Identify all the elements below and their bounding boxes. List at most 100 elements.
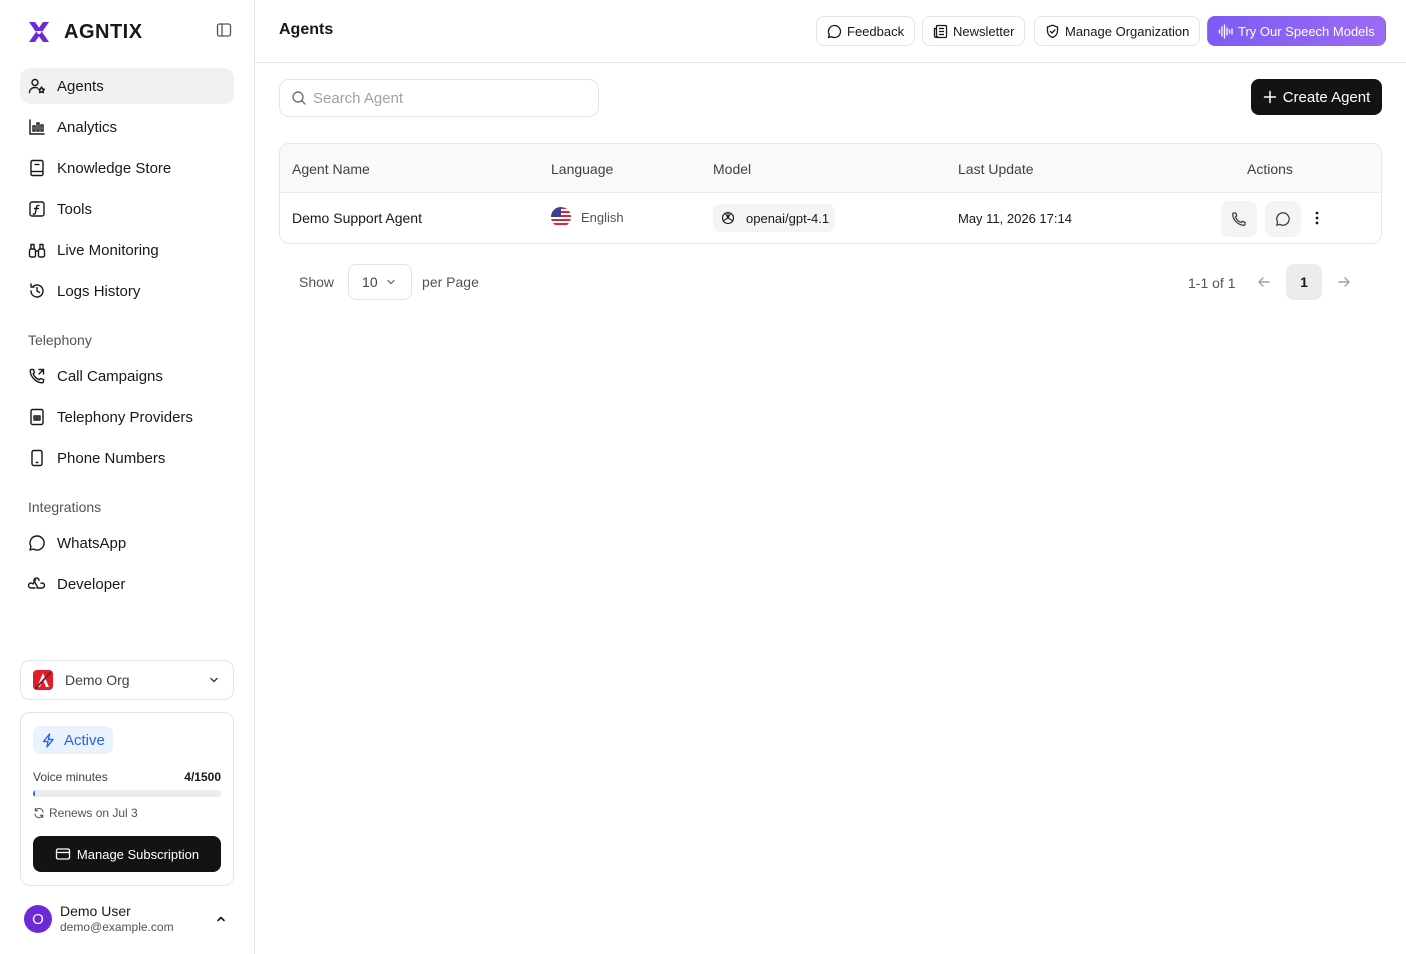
model-cell: openai/gpt-4.1 <box>713 204 836 232</box>
org-avatar <box>33 670 53 690</box>
sidebar-item-knowledge-store[interactable]: Knowledge Store <box>20 150 234 186</box>
renewal-text: Renews on Jul 3 <box>49 806 138 820</box>
sidebar-item-agents[interactable]: Agents <box>20 68 234 104</box>
lightning-icon <box>41 732 56 748</box>
plan-status-badge: Active <box>33 726 113 754</box>
page-title: Agents <box>279 21 334 38</box>
history-icon <box>28 282 46 300</box>
arrow-left-icon[interactable] <box>1256 274 1272 290</box>
model-label: openai/gpt-4.1 <box>746 210 830 226</box>
openai-icon <box>720 210 736 226</box>
sidebar-item-analytics[interactable]: Analytics <box>20 109 234 145</box>
agent-name-cell[interactable]: Demo Support Agent <box>292 210 422 226</box>
chat-agent-button[interactable] <box>1265 201 1301 237</box>
sidebar-item-logs-history[interactable]: Logs History <box>20 273 234 309</box>
function-icon <box>28 200 46 218</box>
manage-subscription-label: Manage Subscription <box>76 846 200 862</box>
usage-value: 4/1500 <box>184 770 221 784</box>
sidebar-item-developer[interactable]: Developer <box>20 566 234 602</box>
sidebar-item-call-campaigns[interactable]: Call Campaigns <box>20 358 234 394</box>
chat-bubble-icon <box>28 534 46 552</box>
per-page-label: per Page <box>422 274 479 290</box>
user-star-icon <box>28 77 46 95</box>
sidebar-item-label: Agents <box>57 77 104 95</box>
pagination-range: 1-1 of 1 <box>1188 275 1236 291</box>
page-size-value: 10 <box>362 274 378 290</box>
more-options-icon[interactable] <box>1307 207 1327 229</box>
webhook-icon <box>28 575 46 593</box>
manage-subscription-button[interactable]: Manage Subscription <box>33 836 221 872</box>
user-email: demo@example.com <box>60 920 174 934</box>
telephony-section-label: Telephony <box>28 332 92 348</box>
sidebar-toggle-icon[interactable] <box>216 22 232 38</box>
audio-waveform-icon <box>1218 23 1233 39</box>
plus-icon <box>1263 90 1277 104</box>
sidebar-item-label: Logs History <box>57 282 141 300</box>
last-update-cell: May 11, 2026 17:14 <box>958 211 1072 226</box>
search-input[interactable] <box>313 89 593 107</box>
sidebar-item-whatsapp[interactable]: WhatsApp <box>20 525 234 561</box>
create-agent-button[interactable]: Create Agent <box>1251 79 1382 115</box>
speech-models-button[interactable]: Try Our Speech Models <box>1207 16 1386 46</box>
speech-models-label: Try Our Speech Models <box>1238 23 1375 39</box>
model-badge: openai/gpt-4.1 <box>713 204 836 232</box>
newspaper-icon <box>933 24 948 39</box>
sidebar-item-label: Tools <box>57 200 93 218</box>
avatar: O <box>24 905 52 933</box>
table-row[interactable]: Demo Support Agent English openai/gpt-4.… <box>280 193 1381 243</box>
sidebar-item-label: Live Monitoring <box>57 241 159 259</box>
integrations-nav: WhatsApp Developer <box>20 525 234 607</box>
top-header: Agents Feedback Newsletter Manage Organi… <box>255 0 1406 63</box>
message-circle-icon <box>1275 211 1291 227</box>
page-button-current[interactable]: 1 <box>1286 264 1322 300</box>
smartphone-icon <box>28 449 46 467</box>
sidebar-item-label: Telephony Providers <box>57 408 193 426</box>
credit-card-icon <box>55 846 71 862</box>
show-label: Show <box>299 274 335 290</box>
us-flag-icon <box>551 207 571 227</box>
phone-outgoing-icon <box>28 367 46 385</box>
sidebar-item-telephony-providers[interactable]: Telephony Providers <box>20 399 234 435</box>
user-info: Demo User demo@example.com <box>60 903 214 935</box>
org-switcher[interactable]: Demo Org <box>20 660 234 700</box>
sidebar-item-phone-numbers[interactable]: Phone Numbers <box>20 440 234 476</box>
shield-check-icon <box>1045 24 1060 39</box>
plan-status-label: Active <box>64 731 105 749</box>
sidebar-item-label: WhatsApp <box>57 534 127 552</box>
chevron-down-icon <box>207 673 221 687</box>
brand[interactable]: AGNTIX <box>28 20 143 44</box>
column-header-language[interactable]: Language <box>551 161 613 177</box>
page-size-select[interactable]: 10 <box>348 264 413 300</box>
main-nav: Agents Analytics Knowledge Store Tools L… <box>20 68 234 314</box>
arrow-right-icon[interactable] <box>1336 274 1352 290</box>
column-header-agent-name[interactable]: Agent Name <box>292 161 370 177</box>
telephony-nav: Call Campaigns Telephony Providers Phone… <box>20 358 234 481</box>
bar-chart-icon <box>28 118 46 136</box>
column-header-last-update[interactable]: Last Update <box>958 161 1034 177</box>
phone-icon <box>1231 211 1247 227</box>
sidebar-item-tools[interactable]: Tools <box>20 191 234 227</box>
newsletter-button[interactable]: Newsletter <box>922 16 1026 46</box>
integrations-section-label: Integrations <box>28 499 102 515</box>
call-agent-button[interactable] <box>1221 201 1257 237</box>
usage-progress-fill <box>33 790 35 797</box>
manage-organization-button[interactable]: Manage Organization <box>1034 16 1201 46</box>
sidebar-item-live-monitoring[interactable]: Live Monitoring <box>20 232 234 268</box>
sidebar-item-label: Phone Numbers <box>57 449 166 467</box>
sidebar: AGNTIX Agents Analytics Knowledge Store <box>0 0 255 954</box>
column-header-model[interactable]: Model <box>713 161 751 177</box>
user-menu[interactable]: O Demo User demo@example.com <box>20 898 234 940</box>
agents-table: Agent Name Language Model Last Update Ac… <box>279 143 1382 244</box>
sidebar-item-label: Analytics <box>57 118 118 136</box>
search-icon <box>291 90 307 106</box>
usage-progress-bar <box>33 790 221 797</box>
newsletter-label: Newsletter <box>953 23 1015 39</box>
agntix-logo-icon <box>28 21 50 43</box>
refresh-icon <box>33 807 45 819</box>
binoculars-icon <box>28 241 46 259</box>
subscription-card: Active Voice minutes 4/1500 Renews on Ju… <box>20 712 234 886</box>
feedback-button[interactable]: Feedback <box>816 16 916 46</box>
page-size-control: Show 10 per Page <box>299 264 479 300</box>
search-field[interactable] <box>279 79 599 117</box>
column-header-actions: Actions <box>1247 161 1293 177</box>
